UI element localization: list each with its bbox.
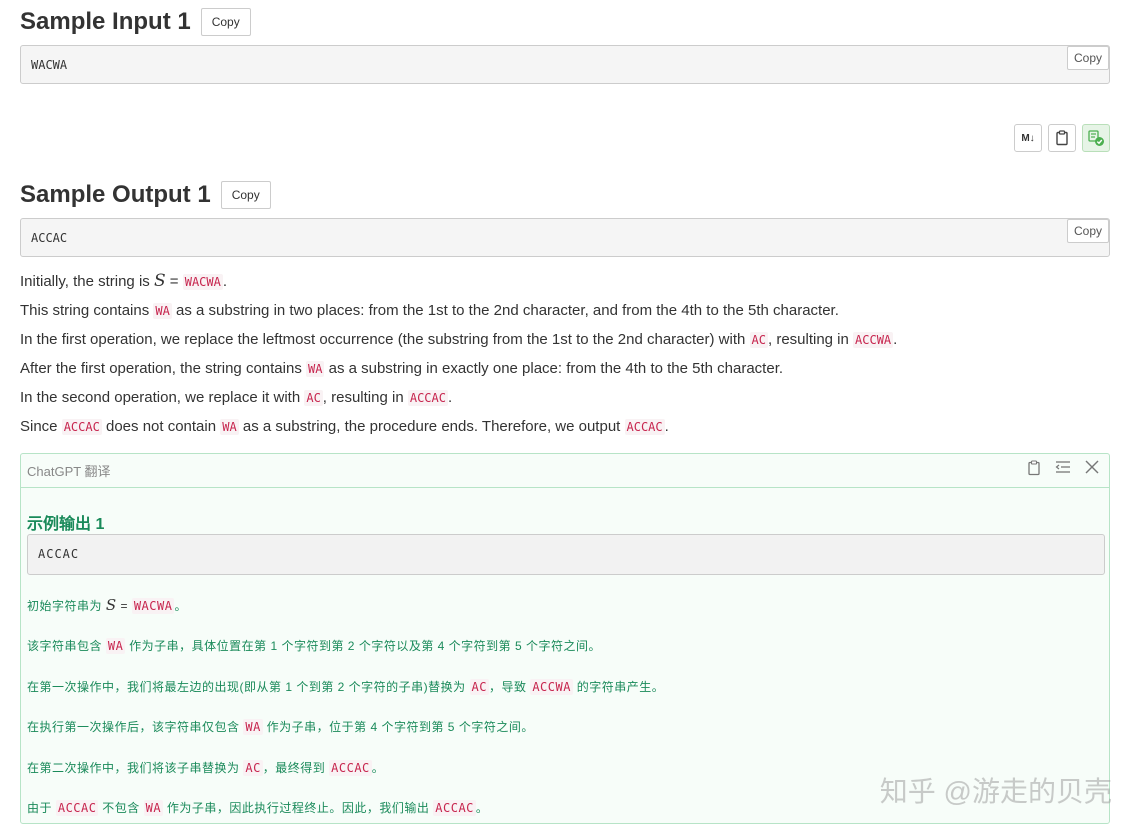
text: ，最终得到 <box>262 761 330 775</box>
translation-line-4: 在执行第一次操作后，该字符串仅包含 WA 作为子串，位于第 4 个字符到第 5 … <box>27 718 534 735</box>
watermark: 知乎 @游走的贝壳 <box>879 776 1112 807</box>
text: as a substring in two places: from the 1… <box>171 302 839 319</box>
translation-output-content: ACCAC <box>38 547 80 561</box>
sample-output-box: ACCAC Copy <box>20 218 1110 257</box>
code-snippet: WA <box>105 638 126 654</box>
translation-line-1: 初始字符串为 S = WACWA。 <box>27 596 187 614</box>
copy-icon[interactable] <box>1027 460 1041 481</box>
translation-line-3: 在第一次操作中，我们将最左边的出现(即从第 1 个到第 2 个字符的子串)替换为… <box>27 678 664 695</box>
code-snippet: WA <box>143 800 164 816</box>
translation-panel: ChatGPT 翻译 示例输出 1 ACCAC 初始字符串为 S = WACWA… <box>20 453 1110 824</box>
code-snippet: ACCWA <box>853 332 894 348</box>
code-snippet: AC <box>749 332 768 348</box>
text: 作为子串，位于第 4 个字符到第 5 个字符之间。 <box>262 720 534 734</box>
text: . <box>664 418 669 435</box>
text: 该字符串包含 <box>27 639 106 653</box>
math-eq: = <box>165 273 183 290</box>
code-snippet: ACCAC <box>433 800 476 816</box>
text: 作为子串，因此执行过程终止。因此，我们输出 <box>163 801 434 815</box>
sample-input-heading: Sample Input 1 Copy <box>20 8 251 36</box>
code-snippet: WA <box>220 419 239 435</box>
sample-input-box-copy-button[interactable]: Copy <box>1066 46 1109 70</box>
code-snippet: ACCAC <box>61 419 102 435</box>
markdown-icon: M↓ <box>1021 132 1035 144</box>
explanation-line-6: Since ACCAC does not contain WA as a sub… <box>20 418 669 435</box>
code-snippet: ACCAC <box>624 419 665 435</box>
math-eq: = <box>116 599 132 613</box>
translation-line-2: 该字符串包含 WA 作为子串，具体位置在第 1 个字符到第 2 个字符以及第 4… <box>27 637 601 654</box>
text: 的字符串产生。 <box>572 680 665 694</box>
sample-input-content: WACWA <box>31 58 68 72</box>
text: In the second operation, we replace it w… <box>20 389 305 406</box>
explanation-line-3: In the first operation, we replace the l… <box>20 331 897 348</box>
code-snippet: WA <box>153 303 172 319</box>
text: 在执行第一次操作后，该字符串仅包含 <box>27 720 244 734</box>
math-var: S <box>153 271 166 291</box>
text: , resulting in <box>322 389 408 406</box>
explanation-line-4: After the first operation, the string co… <box>20 360 783 377</box>
code-snippet: WA <box>305 361 325 377</box>
code-snippet: AC <box>243 760 263 776</box>
clipboard-icon <box>1056 130 1068 146</box>
text: . <box>222 273 228 290</box>
explanation-line-5: In the second operation, we replace it w… <box>20 389 452 406</box>
close-icon[interactable] <box>1085 460 1099 481</box>
text: as a substring in exactly one place: fro… <box>324 360 784 377</box>
code-snippet: ACCAC <box>329 760 372 776</box>
code-snippet: ACCAC <box>407 390 448 406</box>
translation-panel-header: ChatGPT 翻译 <box>21 454 1109 488</box>
markdown-button[interactable]: M↓ <box>1014 124 1042 152</box>
sample-output-content: ACCAC <box>31 231 68 245</box>
clipboard-button[interactable] <box>1048 124 1076 152</box>
text: does not contain <box>101 418 221 435</box>
text: ，导致 <box>488 680 531 694</box>
code-snippet: WA <box>243 719 263 735</box>
text: . <box>447 389 453 406</box>
text: 作为子串，具体位置在第 1 个字符到第 2 个字符以及第 4 个字符到第 5 个… <box>125 639 602 653</box>
translation-heading: 示例输出 1 <box>27 516 105 533</box>
math-var: S <box>105 596 117 614</box>
code-snippet: WACWA <box>182 274 223 290</box>
sample-output-heading: Sample Output 1 Copy <box>20 181 271 209</box>
text: After the first operation, the string co… <box>20 360 306 377</box>
text: 在第一次操作中，我们将最左边的出现(即从第 1 个到第 2 个字符的子串)替换为 <box>27 680 470 694</box>
text: In the first operation, we replace the l… <box>20 331 750 348</box>
code-snippet: ACCAC <box>55 800 99 816</box>
text: , resulting in <box>767 331 854 348</box>
translation-panel-actions <box>1027 460 1103 481</box>
translate-button[interactable] <box>1082 124 1110 152</box>
explanation-line-1: Initially, the string is S = WACWA. <box>20 271 227 291</box>
outdent-icon[interactable] <box>1055 460 1071 481</box>
translation-line-6: 由于 ACCAC 不包含 WA 作为子串，因此执行过程终止。因此，我们输出 AC… <box>27 799 488 816</box>
sample-output-title: Sample Output 1 <box>20 181 211 208</box>
text: 。 <box>174 599 187 613</box>
text: 。 <box>475 801 489 815</box>
text: as a substring, the procedure ends. Ther… <box>238 418 625 435</box>
text: . <box>893 331 898 348</box>
sample-output-box-copy-button[interactable]: Copy <box>1066 219 1109 243</box>
sample-input-box: WACWA Copy <box>20 45 1110 84</box>
text: Since <box>20 418 62 435</box>
translation-line-5: 在第二次操作中，我们将该子串替换为 AC ，最终得到 ACCAC。 <box>27 759 384 776</box>
code-snippet: AC <box>469 679 489 695</box>
text: 不包含 <box>98 801 144 815</box>
code-snippet: WACWA <box>131 598 175 614</box>
sample-input-copy-button[interactable]: Copy <box>200 8 251 36</box>
text: This string contains <box>20 302 154 319</box>
text: 初始字符串为 <box>27 599 106 613</box>
text: 由于 <box>27 801 56 815</box>
code-snippet: ACCWA <box>530 679 573 695</box>
translation-panel-title: ChatGPT 翻译 <box>27 464 111 479</box>
sample-input-title: Sample Input 1 <box>20 8 191 35</box>
text: Initially, the string is <box>20 273 154 290</box>
sample-output-copy-button[interactable]: Copy <box>220 181 271 209</box>
translate-check-icon <box>1088 130 1104 146</box>
translation-output-box: ACCAC <box>27 534 1105 575</box>
text: 。 <box>371 761 385 775</box>
explanation-line-2: This string contains WA as a substring i… <box>20 302 839 319</box>
text: 在第二次操作中，我们将该子串替换为 <box>27 761 244 775</box>
code-snippet: AC <box>304 390 323 406</box>
